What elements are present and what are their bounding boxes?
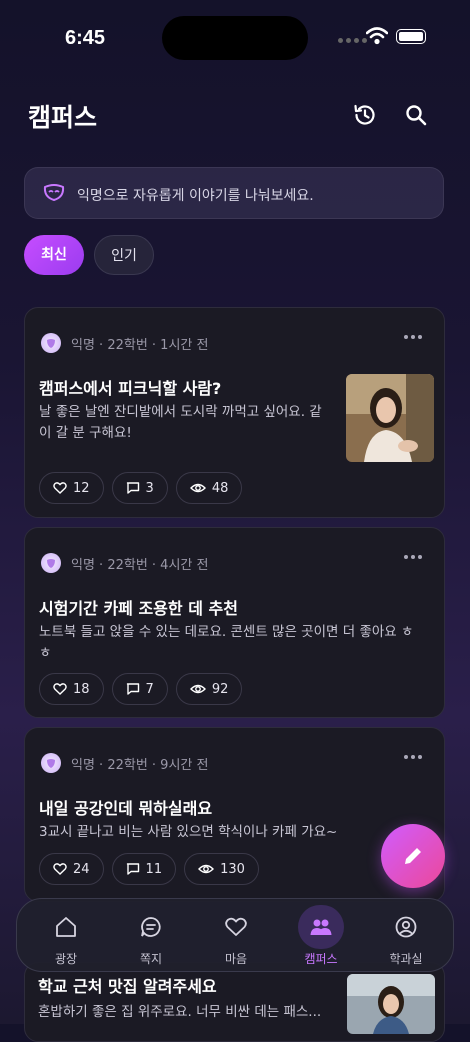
tab-plaza[interactable]: 광장 <box>26 899 106 973</box>
post-card[interactable]: 익명 · 22학번 · 1시간 전 캠퍼스에서 피크닉할 사람? 날 좋은 날엔… <box>24 307 445 518</box>
history-icon[interactable] <box>352 102 378 128</box>
post-thumbnail[interactable] <box>347 974 435 1034</box>
tab-heart[interactable]: 마음 <box>196 899 276 973</box>
pencil-icon <box>405 848 421 864</box>
comment-button[interactable]: 3 <box>111 472 168 504</box>
post-stats: 24 11 130 <box>39 853 259 885</box>
post-body-line: ㅎ <box>39 645 52 661</box>
post-card[interactable]: 익명 · 22학번 · 9시간 전 내일 공강인데 뭐하실래요 3교시 끝나고 … <box>24 727 445 902</box>
post-body: 혼밥하기 좋은 집 위주로요. 너무 비싼 데는 패스... <box>38 1004 322 1020</box>
post-meta: 익명 · 22학번 · 9시간 전 <box>41 753 208 773</box>
post-title: 시험기간 카페 조용한 데 추천 <box>39 599 238 618</box>
post-meta: 익명 · 22학번 · 4시간 전 <box>41 553 208 573</box>
post-body-line: 날 좋은 날엔 잔디밭에서 도시락 까먹고 싶어요. 같 <box>39 404 322 420</box>
wifi-icon <box>366 27 388 45</box>
comment-icon <box>126 683 139 695</box>
post-meta-text: 익명 · 22학번 · 9시간 전 <box>71 757 209 773</box>
tab-label: 학과실 <box>389 952 423 966</box>
comment-button[interactable]: 7 <box>111 673 168 705</box>
eye-icon <box>189 684 206 694</box>
battery-icon <box>396 29 426 44</box>
like-button[interactable]: 12 <box>39 472 104 504</box>
more-options-icon[interactable] <box>404 335 422 339</box>
like-button[interactable]: 24 <box>39 853 104 885</box>
post-meta-text: 익명 · 22학번 · 1시간 전 <box>71 337 209 353</box>
heart-icon <box>53 683 67 695</box>
profile-icon <box>395 916 417 938</box>
heart-icon <box>225 917 247 936</box>
more-options-icon[interactable] <box>404 755 422 759</box>
post-title: 캠퍼스에서 피크닉할 사람? <box>39 379 222 398</box>
comment-icon <box>126 863 139 875</box>
post-meta-text: 익명 · 22학번 · 4시간 전 <box>71 557 209 573</box>
page-title: 캠퍼스 <box>28 103 98 132</box>
post-stats: 12 3 48 <box>39 472 243 504</box>
people-icon <box>310 919 332 935</box>
notice-banner: 익명으로 자유롭게 이야기를 나눠보세요. <box>24 167 444 219</box>
dynamic-island <box>162 16 308 60</box>
mask-icon <box>43 184 65 202</box>
tab-label: 캠퍼스 <box>304 952 338 966</box>
post-body-line: 3교시 끝나고 비는 사람 있으면 학식이나 카페 가요~ <box>39 824 338 840</box>
anonymous-avatar-icon <box>41 333 61 353</box>
views-indicator: 130 <box>184 853 259 885</box>
comment-count: 7 <box>145 681 154 697</box>
post-body: 날 좋은 날엔 잔디밭에서 도시락 까먹고 싶어요. 같 이 갈 분 구해요! <box>39 402 322 444</box>
anonymous-avatar-icon <box>41 753 61 773</box>
post-stats: 18 7 92 <box>39 673 243 705</box>
notice-text: 익명으로 자유롭게 이야기를 나눠보세요. <box>77 188 314 204</box>
tab-label: 광장 <box>54 952 78 966</box>
views-indicator: 48 <box>175 472 243 504</box>
comment-button[interactable]: 11 <box>111 853 177 885</box>
signal-icon <box>338 38 367 43</box>
post-body-line: 노트북 들고 앉을 수 있는 데로요. 콘센트 많은 곳이면 더 좋아요 ㅎ <box>39 624 414 640</box>
write-post-button[interactable] <box>381 824 445 888</box>
post-body: 3교시 끝나고 비는 사람 있으면 학식이나 카페 가요~ <box>39 822 337 843</box>
post-body: 노트북 들고 앉을 수 있는 데로요. 콘센트 많은 곳이면 더 좋아요 ㅎ ㅎ <box>39 622 413 664</box>
view-count: 48 <box>211 480 229 496</box>
status-time: 6:45 <box>65 27 106 49</box>
like-button[interactable]: 18 <box>39 673 104 705</box>
message-icon <box>141 917 161 937</box>
tab-campus[interactable]: 캠퍼스 <box>281 899 361 973</box>
post-title: 학교 근처 맛집 알려주세요 <box>38 977 217 996</box>
status-bar: 6:45 <box>0 0 470 70</box>
comment-count: 3 <box>145 480 154 496</box>
tab-department[interactable]: 학과실 <box>366 899 446 973</box>
filter-popular-chip[interactable]: 인기 <box>94 235 154 275</box>
tab-messages[interactable]: 쪽지 <box>111 899 191 973</box>
eye-icon <box>189 483 206 493</box>
post-thumbnail[interactable] <box>346 374 434 462</box>
like-count: 12 <box>73 480 90 496</box>
view-count: 130 <box>220 861 245 877</box>
heart-icon <box>53 863 67 875</box>
post-title: 내일 공강인데 뭐하실래요 <box>39 799 213 818</box>
like-count: 18 <box>73 681 90 697</box>
filter-latest-chip[interactable]: 최신 <box>24 235 84 275</box>
tab-label: 마음 <box>224 952 248 966</box>
post-body-line: 이 갈 분 구해요! <box>39 425 132 441</box>
like-count: 24 <box>73 861 90 877</box>
comment-count: 11 <box>145 861 163 877</box>
views-indicator: 92 <box>175 673 243 705</box>
anonymous-avatar-icon <box>41 553 61 573</box>
heart-icon <box>53 482 67 494</box>
search-icon[interactable] <box>403 102 429 128</box>
more-options-icon[interactable] <box>404 555 422 559</box>
bottom-tab-bar: 광장 쪽지 마음 캠퍼스 학과실 <box>16 898 454 972</box>
tab-label: 쪽지 <box>139 952 163 966</box>
home-icon <box>56 917 76 937</box>
view-count: 92 <box>211 681 229 697</box>
post-meta: 익명 · 22학번 · 1시간 전 <box>41 333 208 353</box>
comment-icon <box>126 482 139 494</box>
eye-icon <box>198 864 215 874</box>
post-card[interactable]: 익명 · 22학번 · 4시간 전 시험기간 카페 조용한 데 추천 노트북 들… <box>24 527 445 718</box>
